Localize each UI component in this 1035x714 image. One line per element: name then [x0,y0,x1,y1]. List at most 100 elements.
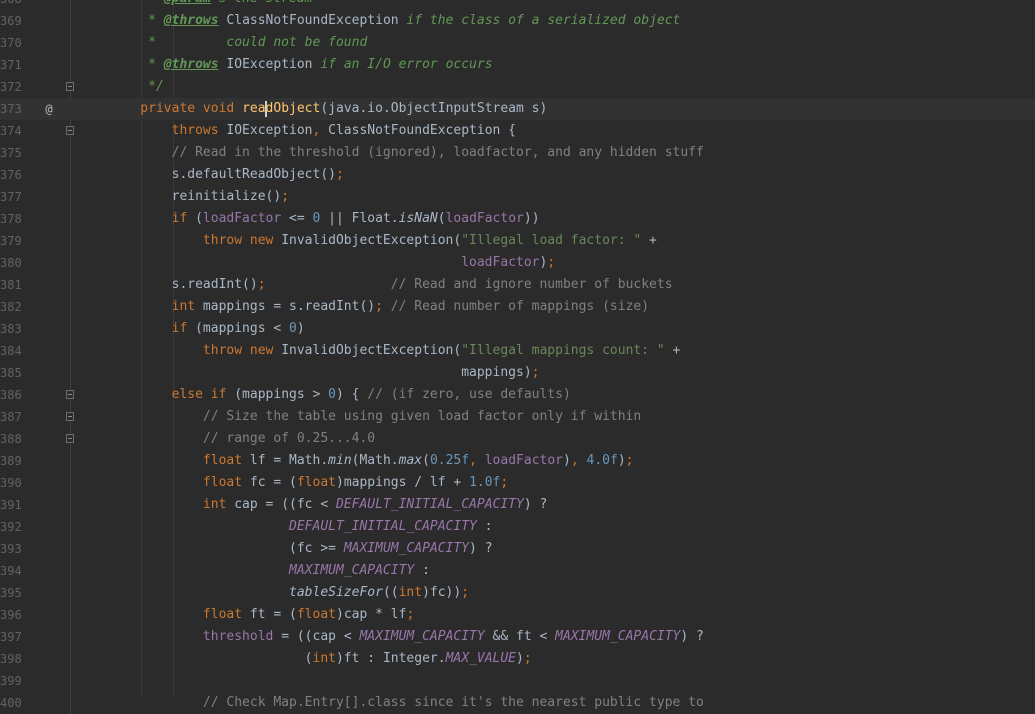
code-line[interactable]: 376 s.defaultReadObject(); [0,164,1035,186]
code-lines: 368 * @param s the stream369 * @throws C… [0,0,1035,714]
code-token: s the stream [211,0,313,6]
code-token: ) ? [680,629,704,644]
code-token: // Size the table using given load facto… [109,409,642,424]
code-line[interactable]: 386 else if (mappings > 0) { // (if zero… [0,384,1035,406]
code-line[interactable]: 392 DEFAULT_INITIAL_CAPACITY : [0,516,1035,538]
code-line[interactable]: 398 (int)ft : Integer.MAX_VALUE); [0,648,1035,670]
code-token: 4.0f [586,453,618,468]
code-text: (fc >= MAXIMUM_CAPACITY) ? [109,538,493,560]
code-token: )fc)) [422,585,462,600]
code-text: private void readObject(java.io.ObjectIn… [109,98,547,120]
code-line[interactable]: 372 */ [0,76,1035,98]
code-token: // (if zero, use defaults) [367,387,571,402]
code-token: MAXIMUM_CAPACITY [289,563,415,578]
code-line[interactable]: 374 throws IOException, ClassNotFoundExc… [0,120,1035,142]
fold-toggle-icon[interactable] [66,412,74,421]
code-line[interactable]: 378 if (loadFactor <= 0 || Float.isNaN(l… [0,208,1035,230]
code-text: throw new InvalidObjectException("Illega… [109,230,657,252]
code-token: ; [281,189,290,204]
code-token: ) { [335,387,368,402]
code-token: (mappings > [234,387,329,402]
code-line[interactable]: 387 // Size the table using given load f… [0,406,1035,428]
code-line[interactable]: 373 @ private void readObject(java.io.Obj… [0,98,1035,120]
code-editor[interactable]: 368 * @param s the stream369 * @throws C… [0,0,1035,714]
code-line[interactable]: 393 (fc >= MAXIMUM_CAPACITY) ? [0,538,1035,560]
code-token: if the class of a serialized object [398,13,681,28]
code-line[interactable]: 379 throw new InvalidObjectException("Il… [0,230,1035,252]
code-token: 1.0f [469,475,501,490]
code-token: @throws [163,57,219,72]
code-token: rea [242,101,266,116]
code-line[interactable]: 396 float ft = (float)cap * lf; [0,604,1035,626]
code-token: )mappings / lf + [336,475,470,490]
fold-toggle-icon[interactable] [66,434,74,443]
line-number: 389 [0,454,22,468]
code-token: loadFactor [445,211,524,226]
code-line[interactable]: 375 // Read in the threshold (ignored), … [0,142,1035,164]
code-line[interactable]: 371 * @throws IOException if an I/O erro… [0,54,1035,76]
code-token: (( [382,585,399,600]
code-token: cap = ((fc < [234,497,336,512]
code-line[interactable]: 382 int mappings = s.readInt(); // Read … [0,296,1035,318]
code-token: * [109,13,164,28]
code-text: float fc = (float)mappings / lf + 1.0f; [109,472,508,494]
code-text: if (loadFactor <= 0 || Float.isNaN(loadF… [109,208,540,230]
override-marker-icon[interactable]: @ [42,98,56,120]
code-token: ) [516,651,524,666]
code-token: ) [563,453,571,468]
code-token: int [398,585,423,600]
code-line[interactable]: 370 * could not be found [0,32,1035,54]
code-line[interactable]: 399 [0,670,1035,692]
code-line[interactable]: 394 MAXIMUM_CAPACITY : [0,560,1035,582]
line-number: 372 [0,80,22,94]
code-line[interactable]: 395 tableSizeFor((int)fc)); [0,582,1035,604]
code-token: + [664,343,681,358]
fold-toggle-icon[interactable] [66,126,74,135]
code-token: ClassNotFoundException { [328,123,516,138]
fold-toggle-icon[interactable] [66,82,74,91]
code-token: DEFAULT_INITIAL_CAPACITY [335,497,524,512]
fold-toggle-icon[interactable] [66,390,74,399]
code-line[interactable]: 368 * @param s the stream [0,0,1035,10]
code-text: * @throws ClassNotFoundException if the … [109,10,680,32]
code-line[interactable]: 400 // Check Map.Entry[].class since it'… [0,692,1035,714]
code-line[interactable]: 380 loadFactor); [0,252,1035,274]
code-text: int mappings = s.readInt(); // Read numb… [109,296,649,318]
code-token: ClassNotFoundException [218,13,399,28]
code-token: // Check Map.Entry[].class since it's th… [109,695,704,710]
code-token: + [641,233,657,248]
code-token: "Illegal mappings count: " [461,343,665,358]
code-text: if (mappings < 0) [109,318,305,340]
code-token: (java.io.ObjectInputStream s) [320,101,548,116]
code-token: loadFactor [461,255,540,270]
code-token: * [109,0,164,6]
code-token: // Read and ignore number of buckets [265,277,673,292]
code-line[interactable]: 397 threshold = ((cap < MAXIMUM_CAPACITY… [0,626,1035,648]
code-token: ; [625,453,634,468]
code-token: s.defaultReadObject() [109,167,336,182]
code-line[interactable]: 384 throw new InvalidObjectException("Il… [0,340,1035,362]
code-text: else if (mappings > 0) { // (if zero, us… [109,384,571,406]
code-token: else if [109,387,235,402]
code-line[interactable]: 388 // range of 0.25...4.0 [0,428,1035,450]
code-line[interactable]: 377 reinitialize(); [0,186,1035,208]
line-number: 398 [0,652,22,666]
code-line[interactable]: 381 s.readInt(); // Read and ignore numb… [0,274,1035,296]
code-token: float [109,475,250,490]
code-text: MAXIMUM_CAPACITY : [109,560,430,582]
code-token: throw new [109,343,282,358]
line-number: 376 [0,168,22,182]
code-token: fc = ( [249,475,297,490]
code-line[interactable]: 369 * @throws ClassNotFoundException if … [0,10,1035,32]
code-line[interactable]: 383 if (mappings < 0) [0,318,1035,340]
code-line[interactable]: 391 int cap = ((fc < DEFAULT_INITIAL_CAP… [0,494,1035,516]
code-token: // Read number of mappings (size) [382,299,650,314]
code-token: float [109,607,250,622]
code-line[interactable]: 385 mappings); [0,362,1035,384]
line-number: 394 [0,564,22,578]
line-number: 380 [0,256,22,270]
code-token: min [328,453,352,468]
code-token: int [109,497,235,512]
code-line[interactable]: 389 float lf = Math.min(Math.max(0.25f, … [0,450,1035,472]
code-line[interactable]: 390 float fc = (float)mappings / lf + 1.… [0,472,1035,494]
